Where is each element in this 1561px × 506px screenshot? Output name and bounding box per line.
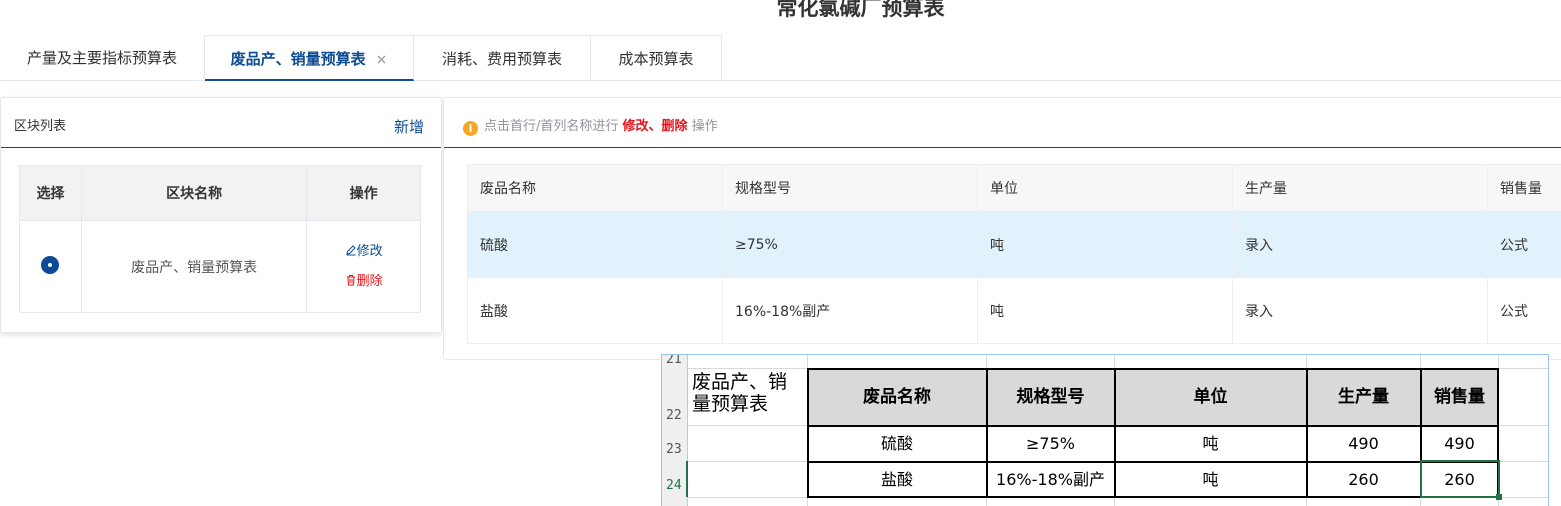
- waste-name-cell[interactable]: 硫酸: [468, 212, 723, 278]
- row-number: 21: [662, 355, 688, 368]
- production-input-link[interactable]: 录入: [1233, 278, 1488, 344]
- tab-label: 废品产、销量预算表: [231, 50, 366, 68]
- tab-production-indicators[interactable]: 产量及主要指标预算表: [0, 35, 205, 79]
- block-name-cell: 废品产、销量预算表: [81, 221, 306, 313]
- row-radio[interactable]: [41, 256, 59, 274]
- table-border: [807, 461, 1499, 463]
- close-icon[interactable]: ×: [376, 52, 388, 68]
- select-cell: [20, 221, 82, 313]
- unit-cell: 吨: [978, 278, 1233, 344]
- column-header-sales[interactable]: 销售量: [1488, 165, 1561, 212]
- row-number: 23: [662, 425, 688, 461]
- production-input-link[interactable]: 录入: [1233, 212, 1488, 278]
- sheet-block-title: 废品产、销量预算表: [692, 371, 797, 415]
- unit-cell: 吨: [978, 212, 1233, 278]
- table-border: [1114, 368, 1116, 498]
- table-border: [986, 368, 988, 498]
- pencil-icon: [345, 244, 357, 256]
- block-list-header: 区块列表 新增: [1, 98, 441, 148]
- tab-consumption-expense[interactable]: 消耗、费用预算表: [414, 35, 591, 79]
- table-row: 硫酸 ≥75% 吨 录入 公式: [468, 212, 1561, 278]
- info-icon: i: [463, 121, 478, 136]
- column-header-spec[interactable]: 规格型号: [723, 165, 978, 212]
- hint-suffix: 操作: [692, 119, 718, 134]
- spec-cell: ≥75%: [723, 212, 978, 278]
- page-title: 常化氯碱厂预算表: [0, 0, 1561, 22]
- actions-cell: 修改 删除: [307, 221, 421, 313]
- tab-waste-sales[interactable]: 废品产、销量预算表 ×: [205, 35, 414, 81]
- sales-formula-link[interactable]: 公式: [1488, 278, 1561, 344]
- column-header-block-name: 区块名称: [81, 166, 306, 221]
- column-header-actions: 操作: [307, 166, 421, 221]
- edit-button[interactable]: 修改: [308, 237, 419, 267]
- table-border: [1306, 368, 1308, 498]
- column-header-select: 选择: [20, 166, 82, 221]
- fill-handle[interactable]: [1496, 494, 1502, 500]
- column-header-waste-name[interactable]: 废品名称: [468, 165, 723, 212]
- tab-bar: 产量及主要指标预算表 废品产、销量预算表 × 消耗、费用预算表 成本预算表: [0, 35, 1561, 81]
- row-number: 22: [662, 368, 688, 425]
- block-list-panel: 区块列表 新增 选择 区块名称 操作 废品产、销量预算表 修改 删除: [0, 97, 442, 333]
- edit-label: 修改: [357, 244, 383, 259]
- column-header-unit[interactable]: 单位: [978, 165, 1233, 212]
- row-number: 24: [662, 461, 688, 497]
- hint-header: i 点击首行/首列名称进行 修改、删除 操作: [444, 98, 1561, 148]
- waste-budget-panel: i 点击首行/首列名称进行 修改、删除 操作 废品名称 规格型号 单位 生产量 销…: [443, 97, 1561, 360]
- delete-button[interactable]: 删除: [308, 267, 419, 297]
- waste-name-cell[interactable]: 盐酸: [468, 278, 723, 344]
- block-list-title: 区块列表: [14, 115, 66, 134]
- column-header-production[interactable]: 生产量: [1233, 165, 1488, 212]
- table-border: [807, 425, 1499, 462]
- selected-cell[interactable]: [1420, 460, 1500, 498]
- table-row: 盐酸 16%-18%副产 吨 录入 公式: [468, 278, 1561, 344]
- trash-icon: [345, 274, 357, 286]
- tab-label: 成本预算表: [618, 50, 693, 68]
- tab-label: 消耗、费用预算表: [442, 50, 562, 68]
- sales-formula-link[interactable]: 公式: [1488, 212, 1561, 278]
- table-row: 废品产、销量预算表 修改 删除: [20, 221, 421, 313]
- spec-cell: 16%-18%副产: [723, 278, 978, 344]
- tab-label: 产量及主要指标预算表: [27, 49, 177, 67]
- hint-text: i 点击首行/首列名称进行 修改、删除 操作: [463, 115, 718, 136]
- spreadsheet-preview: 21 22 23 24 废品产、销量预算表 废品名称 规格型号 单位 生产量 销…: [661, 354, 1549, 506]
- hint-prefix: 点击首行/首列名称进行: [484, 119, 618, 134]
- delete-label: 删除: [357, 274, 383, 289]
- waste-table: 废品名称 规格型号 单位 生产量 销售量 硫酸 ≥75% 吨 录入 公式 盐酸 …: [467, 164, 1561, 344]
- block-table: 选择 区块名称 操作 废品产、销量预算表 修改 删除: [19, 165, 421, 313]
- add-block-button[interactable]: 新增: [394, 116, 424, 137]
- hint-action: 修改、删除: [623, 119, 688, 134]
- tab-cost-budget[interactable]: 成本预算表: [591, 35, 722, 79]
